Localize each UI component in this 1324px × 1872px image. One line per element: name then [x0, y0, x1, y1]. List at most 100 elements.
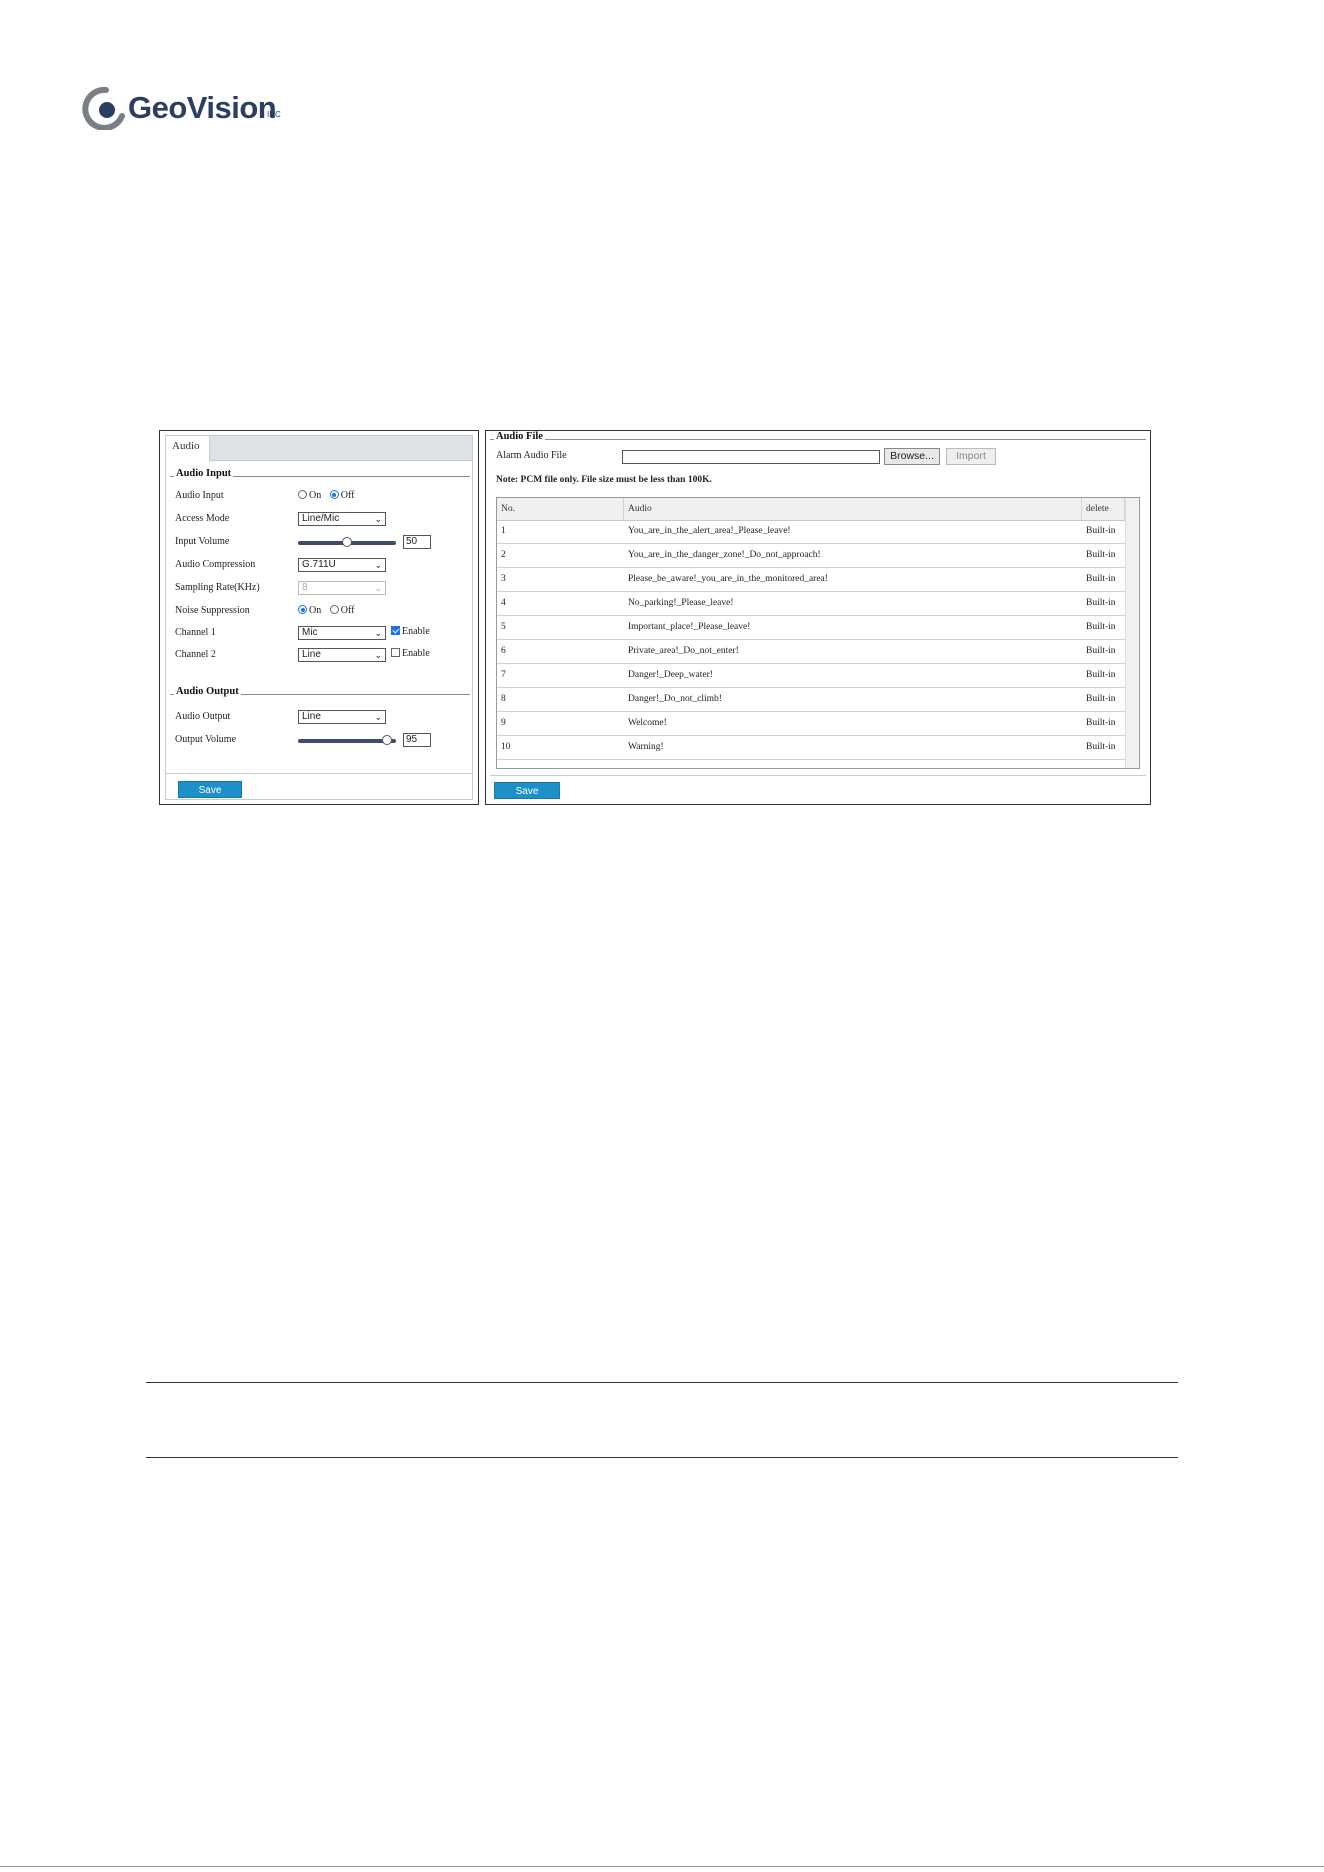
cell-delete: Built-in — [1086, 526, 1116, 536]
column-header-audio: Audio — [624, 498, 1082, 520]
audio-file-legend: Audio File — [494, 431, 545, 442]
input-volume-slider[interactable] — [298, 537, 396, 547]
section-rule-bottom — [146, 1457, 1178, 1458]
audio-input-radio-group: On Off — [298, 487, 354, 505]
chevron-down-icon: ⌄ — [374, 650, 382, 660]
audio-input-on-label: On — [309, 490, 322, 501]
audio-input-off-radio[interactable] — [329, 490, 339, 500]
section-rule-top — [146, 1382, 1178, 1383]
cell-audio: You_are_in_the_danger_zone!_Do_not_appro… — [628, 550, 821, 560]
chevron-down-icon: ⌄ — [374, 712, 382, 722]
brand-reg: INC — [267, 110, 281, 119]
table-row[interactable]: 8 Danger!_Do_not_climb! Built-in — [497, 688, 1125, 712]
cell-audio: Welcome! — [628, 718, 667, 728]
chevron-down-icon: ⌄ — [374, 514, 382, 524]
cell-no: 7 — [501, 670, 506, 680]
audio-output-label: Audio Output — [175, 711, 231, 722]
sampling-rate-select: 8 ⌄ — [298, 581, 386, 595]
channel-1-label: Channel 1 — [175, 627, 216, 638]
table-row[interactable]: 5 Important_place!_Please_leave! Built-in — [497, 616, 1125, 640]
channel-2-label: Channel 2 — [175, 649, 216, 660]
noise-suppression-on-label: On — [309, 605, 322, 616]
channel-2-enable: Enable — [391, 645, 430, 663]
cell-audio: No_parking!_Please_leave! — [628, 598, 734, 608]
output-volume-field[interactable]: 95 — [403, 733, 431, 747]
noise-suppression-label: Noise Suppression — [175, 605, 250, 616]
input-volume-field[interactable]: 50 — [403, 535, 431, 549]
channel-2-enable-checkbox[interactable] — [391, 648, 400, 658]
geovision-logo: GeoVision INC — [82, 86, 282, 136]
cell-delete: Built-in — [1086, 694, 1116, 704]
browse-button[interactable]: Browse... — [884, 448, 940, 465]
channel-2-value: Line — [302, 649, 321, 660]
brand-name: GeoVision — [128, 90, 277, 125]
alarm-audio-file-input[interactable] — [622, 450, 880, 464]
table-row[interactable]: 10 Warning! Built-in — [497, 736, 1125, 760]
output-volume-label: Output Volume — [175, 734, 237, 745]
cell-no: 6 — [501, 646, 506, 656]
cell-delete: Built-in — [1086, 718, 1116, 728]
cell-delete: Built-in — [1086, 550, 1116, 560]
output-volume-slider-thumb[interactable] — [381, 735, 392, 745]
access-mode-select[interactable]: Line/Mic ⌄ — [298, 512, 386, 526]
cell-audio: Danger!_Do_not_climb! — [628, 694, 722, 704]
sampling-rate-label: Sampling Rate(KHz) — [175, 582, 260, 593]
table-row[interactable]: 3 Please_be_aware!_you_are_in_the_monitor… — [497, 568, 1125, 592]
divider — [166, 773, 472, 774]
input-volume-label: Input Volume — [175, 536, 230, 547]
channel-2-select[interactable]: Line ⌄ — [298, 648, 386, 662]
table-row[interactable]: 2 You_are_in_the_danger_zone!_Do_not_appr… — [497, 544, 1125, 568]
cell-delete: Built-in — [1086, 622, 1116, 632]
cell-audio: Please_be_aware!_you_are_in_the_monitore… — [628, 574, 828, 584]
cell-no: 2 — [501, 550, 506, 560]
audio-compression-select[interactable]: G.711U ⌄ — [298, 558, 386, 572]
audio-input-section: Audio Input Audio Input On Off Access Mo… — [170, 468, 470, 677]
noise-suppression-on-radio[interactable] — [298, 605, 307, 615]
audio-settings-content: Audio Input Audio Input On Off Access Mo… — [165, 461, 473, 800]
table-row[interactable]: 7 Danger!_Deep_water! Built-in — [497, 664, 1125, 688]
column-header-no: No. — [497, 498, 624, 520]
audio-output-select[interactable]: Line ⌄ — [298, 710, 386, 724]
table-row[interactable]: 6 Private_area!_Do_not_enter! Built-in — [497, 640, 1125, 664]
audio-input-legend: Audio Input — [174, 468, 234, 479]
channel-1-enable: Enable — [391, 623, 430, 641]
audio-input-label: Audio Input — [175, 490, 224, 501]
noise-suppression-off-radio[interactable] — [329, 605, 339, 615]
cell-delete: Built-in — [1086, 646, 1116, 656]
chevron-down-icon: ⌄ — [374, 628, 382, 638]
table-row[interactable]: 4 No_parking!_Please_leave! Built-in — [497, 592, 1125, 616]
audio-compression-value: G.711U — [302, 559, 336, 570]
channel-1-select[interactable]: Mic ⌄ — [298, 626, 386, 640]
cell-no: 4 — [501, 598, 506, 608]
alarm-audio-file-label: Alarm Audio File — [496, 450, 567, 461]
channel-1-enable-label: Enable — [402, 626, 430, 637]
table-row[interactable]: 1 You_are_in_the_alert_area!_Please_leave… — [497, 520, 1125, 544]
cell-no: 10 — [501, 742, 511, 752]
audio-compression-label: Audio Compression — [175, 559, 256, 570]
audio-output-section: Audio Output Audio Output Line ⌄ Output … — [170, 686, 470, 765]
cell-delete: Built-in — [1086, 574, 1116, 584]
audio-input-off-label: Off — [340, 490, 355, 501]
output-volume-slider[interactable] — [298, 735, 396, 745]
audio-output-value: Line — [302, 711, 321, 722]
input-volume-slider-thumb[interactable] — [342, 537, 352, 547]
channel-1-enable-checkbox[interactable] — [391, 626, 400, 636]
table-scrollbar[interactable] — [1125, 498, 1139, 768]
audio-file-save-button[interactable]: Save — [494, 782, 560, 799]
table-row[interactable]: 9 Welcome! Built-in — [497, 712, 1125, 736]
access-mode-label: Access Mode — [175, 513, 230, 524]
audio-file-panel: Audio File Alarm Audio File Browse... Im… — [485, 430, 1151, 805]
tab-bar: Audio — [165, 435, 473, 462]
audio-save-button[interactable]: Save — [178, 781, 242, 798]
cell-delete: Built-in — [1086, 670, 1116, 680]
audio-settings-panel: Audio Audio Input Audio Input On Off Acc… — [159, 430, 479, 805]
audio-output-legend: Audio Output — [174, 686, 241, 697]
footer-rule — [0, 1866, 1324, 1867]
audio-input-on-radio[interactable] — [298, 490, 307, 500]
noise-suppression-radio-group: On Off — [298, 602, 354, 620]
divider — [490, 775, 1146, 776]
cell-audio: Danger!_Deep_water! — [628, 670, 713, 680]
cell-audio: You_are_in_the_alert_area!_Please_leave! — [628, 526, 791, 536]
cell-no: 9 — [501, 718, 506, 728]
tab-audio[interactable]: Audio — [166, 436, 210, 462]
